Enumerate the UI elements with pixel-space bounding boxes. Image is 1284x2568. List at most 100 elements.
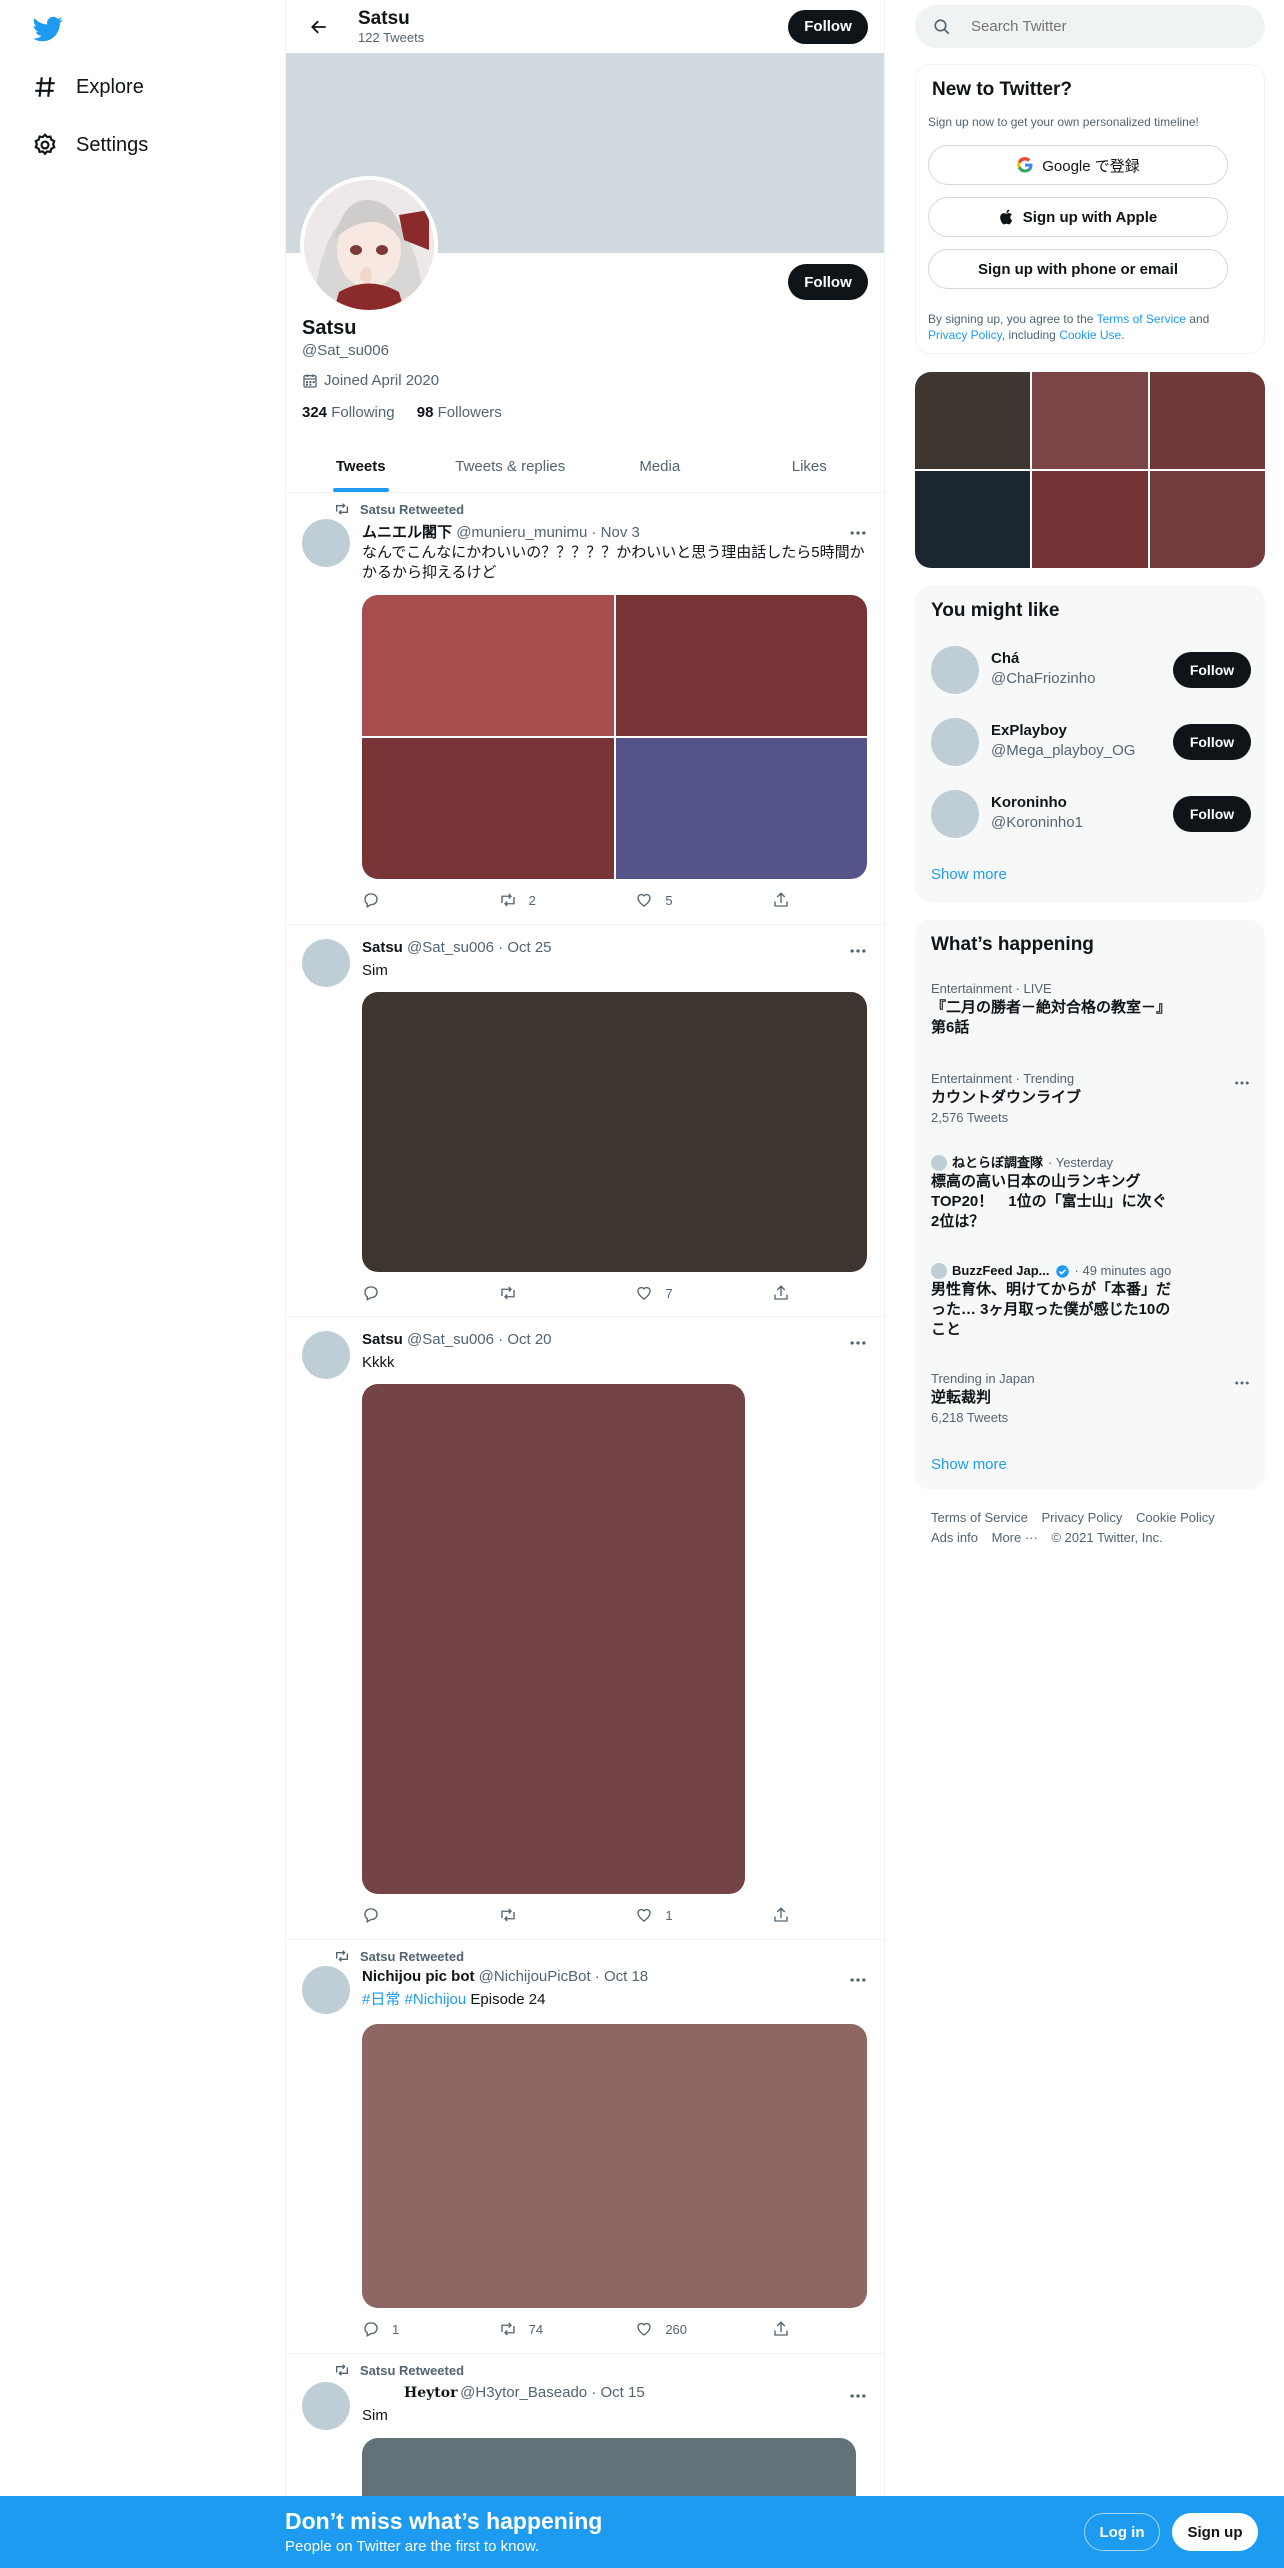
like-button[interactable]: 5 — [635, 891, 695, 909]
tweet-date[interactable]: · Nov 3 — [591, 524, 639, 541]
header-follow-button[interactable]: Follow — [788, 9, 868, 44]
show-more-link[interactable]: Show more — [931, 1456, 1007, 1473]
cookie-link[interactable]: Cookie Use — [1059, 328, 1121, 342]
suggested-user[interactable]: Koroninho @Koroninho1 Follow — [931, 790, 1251, 840]
tab-likes[interactable]: Likes — [735, 440, 885, 492]
share-button[interactable] — [772, 1284, 792, 1302]
media-thumbnail[interactable] — [1149, 372, 1265, 469]
reply-button[interactable] — [362, 1284, 422, 1302]
reply-button[interactable] — [362, 891, 422, 909]
tweet-author-handle[interactable]: @H3ytor_Baseado — [460, 2384, 587, 2401]
profile-avatar[interactable] — [300, 176, 438, 314]
share-button[interactable] — [772, 2320, 792, 2338]
tweet-date[interactable]: · Oct 25 — [498, 939, 551, 956]
footer-cookie-link[interactable]: Cookie Policy — [1136, 1510, 1215, 1525]
tweet-date[interactable]: · Oct 18 — [595, 1968, 648, 1985]
trend-item[interactable]: Entertainment · Trending カウントダウンライブ 2,57… — [931, 1070, 1251, 1128]
footer-more-link[interactable]: More ··· — [992, 1530, 1038, 1545]
tweet-media-grid[interactable] — [362, 595, 867, 879]
follow-button[interactable]: Follow — [1173, 652, 1251, 688]
following-link[interactable]: 324 Following — [302, 404, 395, 421]
tab-tweets[interactable]: Tweets — [286, 440, 436, 492]
tweet-author-name[interactable]: Nichijou pic bot — [362, 1968, 475, 1985]
avatar[interactable] — [931, 646, 979, 694]
profile-follow-button[interactable]: Follow — [788, 264, 868, 300]
share-button[interactable] — [772, 1906, 792, 1924]
trend-item[interactable]: BuzzFeed Jap... · 49 minutes ago 男性育休、明け… — [931, 1262, 1251, 1340]
avatar[interactable] — [302, 1966, 350, 2014]
media-image[interactable] — [362, 595, 614, 736]
apple-signup-button[interactable]: Sign up with Apple — [928, 197, 1228, 237]
tweet-media[interactable] — [362, 992, 867, 1272]
reply-button[interactable]: 1 — [362, 2320, 422, 2338]
media-thumbnail[interactable] — [1032, 372, 1148, 469]
tweet-date[interactable]: · Oct 15 — [591, 2384, 644, 2401]
tweet-author-handle[interactable]: @NichijouPicBot — [479, 1968, 591, 1985]
nav-explore[interactable]: Explore — [32, 67, 144, 107]
like-button[interactable]: 1 — [635, 1906, 695, 1924]
like-button[interactable]: 260 — [635, 2320, 695, 2338]
media-thumbnail[interactable] — [915, 471, 1031, 568]
back-button[interactable] — [302, 10, 336, 44]
trend-item[interactable]: Entertainment · LIVE 『二月の勝者－絶対合格の教室－』第6話 — [931, 980, 1251, 1038]
tweet[interactable]: Satsu @Sat_su006 · Oct 25 Sim 7 — [286, 925, 884, 1317]
media-image[interactable] — [615, 595, 867, 736]
trend-item[interactable]: Trending in Japan 逆転裁判 6,218 Tweets — [931, 1370, 1251, 1428]
follow-button[interactable]: Follow — [1173, 724, 1251, 760]
more-icon[interactable] — [1233, 1074, 1251, 1092]
more-icon[interactable] — [848, 1333, 868, 1353]
followers-link[interactable]: 98 Followers — [417, 404, 502, 421]
follow-button[interactable]: Follow — [1173, 796, 1251, 832]
tab-tweets-replies[interactable]: Tweets & replies — [436, 440, 586, 492]
tweet-author-name[interactable]: ムニエル閣下 — [362, 524, 452, 541]
tweet-author-handle[interactable]: @Sat_su006 — [407, 1331, 494, 1348]
retweet-button[interactable]: 74 — [499, 2320, 559, 2338]
google-signup-button[interactable]: Google で登録 — [928, 145, 1228, 185]
tweet-author-handle[interactable]: @munieru_munimu — [456, 524, 587, 541]
login-button[interactable]: Log in — [1084, 2513, 1160, 2551]
more-icon[interactable] — [848, 1970, 868, 1990]
media-image[interactable] — [615, 738, 867, 879]
tweet-author-name[interactable]: Satsu — [362, 939, 403, 956]
privacy-link[interactable]: Privacy Policy — [928, 328, 1002, 342]
hashtag-link[interactable]: #日常 — [362, 1991, 400, 2008]
tweet[interactable]: Satsu Retweeted ムニエル閣下 @munieru_munimu ·… — [286, 493, 884, 925]
more-icon[interactable] — [848, 2386, 868, 2406]
suggested-user[interactable]: ExPlayboy @Mega_playboy_OG Follow — [931, 718, 1251, 768]
show-more-link[interactable]: Show more — [931, 866, 1007, 883]
phone-signup-button[interactable]: Sign up with phone or email — [928, 249, 1228, 289]
trend-item[interactable]: ねとらぼ調査隊 · Yesterday 標高の高い日本の山ランキングTOP20！… — [931, 1154, 1251, 1232]
share-button[interactable] — [772, 891, 792, 909]
avatar[interactable] — [931, 790, 979, 838]
avatar[interactable] — [931, 718, 979, 766]
media-thumbnail[interactable] — [1032, 471, 1148, 568]
tweet-date[interactable]: · Oct 20 — [498, 1331, 551, 1348]
more-icon[interactable] — [848, 941, 868, 961]
avatar[interactable] — [302, 1331, 350, 1379]
hashtag-link[interactable]: #Nichijou — [405, 1991, 467, 2008]
tweet-media[interactable] — [362, 2024, 867, 2308]
signup-button[interactable]: Sign up — [1172, 2513, 1258, 2551]
tweet-author-name[interactable]: Heytor — [362, 2385, 457, 2401]
footer-privacy-link[interactable]: Privacy Policy — [1041, 1510, 1122, 1525]
tweet[interactable]: Satsu @Sat_su006 · Oct 20 Kkkk 1 — [286, 1317, 884, 1940]
tweet-media[interactable] — [362, 1384, 745, 1894]
search-bar[interactable] — [915, 5, 1265, 48]
media-thumbnail[interactable] — [1149, 471, 1265, 568]
tweet-author-name[interactable]: Satsu — [362, 1331, 403, 1348]
search-input[interactable] — [971, 18, 1221, 35]
more-icon[interactable] — [848, 523, 868, 543]
avatar[interactable] — [302, 2382, 350, 2430]
suggested-user[interactable]: Chá @ChaFriozinho Follow — [931, 646, 1251, 696]
avatar[interactable] — [302, 939, 350, 987]
retweet-button[interactable] — [499, 1284, 559, 1302]
reply-button[interactable] — [362, 1906, 422, 1924]
footer-terms-link[interactable]: Terms of Service — [931, 1510, 1028, 1525]
nav-settings[interactable]: Settings — [32, 125, 148, 165]
media-thumbnail[interactable] — [915, 372, 1031, 469]
tab-media[interactable]: Media — [585, 440, 735, 492]
retweet-button[interactable] — [499, 1906, 559, 1924]
more-icon[interactable] — [1233, 1374, 1251, 1392]
tweet-author-handle[interactable]: @Sat_su006 — [407, 939, 494, 956]
avatar[interactable] — [302, 519, 350, 567]
